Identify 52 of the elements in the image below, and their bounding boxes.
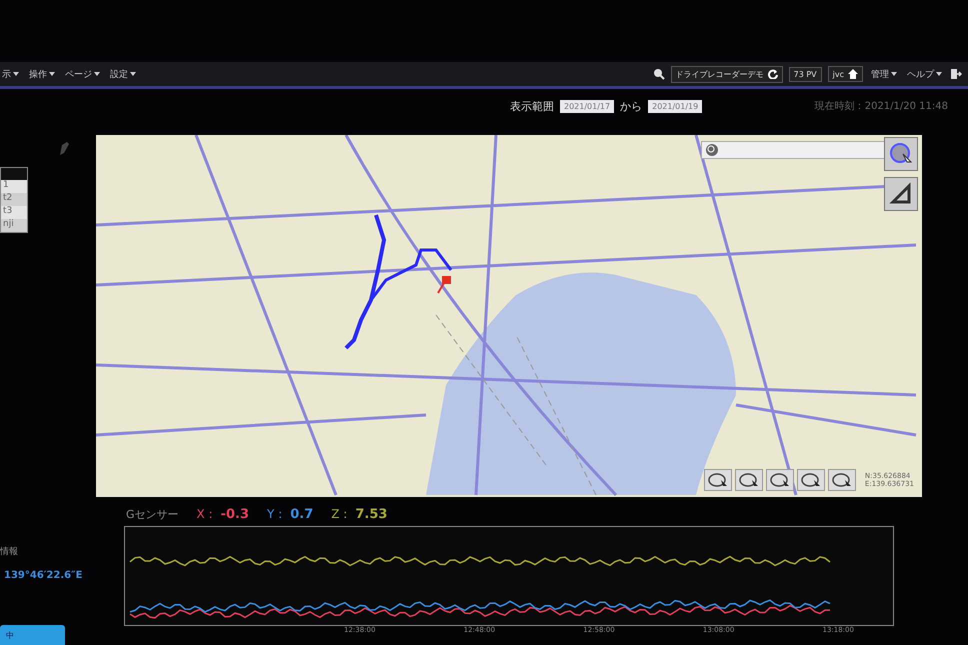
list-header [1, 168, 27, 180]
list-item[interactable]: 1 [1, 180, 27, 193]
location-pin-icon [436, 275, 452, 295]
triangle-tool-button[interactable] [884, 177, 918, 211]
map-tool-button[interactable] [828, 469, 856, 491]
circle-tool-button[interactable] [884, 137, 918, 171]
menu-item[interactable]: 操作 [27, 68, 57, 80]
caret-icon [891, 72, 897, 76]
info-label: 情報 [0, 546, 18, 558]
axis-label: Z : [331, 507, 348, 521]
current-time: 現在時刻：2021/1/20 11:48 [814, 100, 948, 113]
axis-label: Y : [267, 507, 282, 521]
range-label: 表示範囲 [510, 98, 554, 114]
axis-value: -0.3 [220, 507, 250, 522]
map-tool-button[interactable] [796, 469, 825, 491]
longitude-text: 139°46′22.6″E [4, 570, 82, 581]
date-field[interactable]: 2021/01/17 [560, 100, 614, 112]
map-tool-button[interactable] [766, 469, 794, 491]
caret-icon [94, 72, 100, 76]
user-button[interactable]: jvc [828, 66, 863, 82]
caret-icon [130, 72, 136, 76]
menu-item[interactable]: 設定 [108, 68, 138, 80]
caret-icon [13, 72, 19, 76]
circle-select-icon [706, 472, 729, 488]
site-button[interactable]: ドライブレコーダーデモ [670, 66, 783, 82]
circle-cursor-icon [889, 142, 913, 166]
list-item[interactable]: nji [1, 219, 27, 232]
map-tool-button[interactable] [704, 469, 732, 491]
caret-icon [49, 72, 55, 76]
logout-icon [950, 68, 962, 80]
refresh-icon [768, 69, 778, 79]
caret-icon [936, 72, 942, 76]
map-tool-button[interactable] [734, 469, 763, 491]
list-item[interactable]: t2 [1, 193, 27, 206]
home-icon [848, 69, 858, 79]
axis-value: 0.7 [290, 507, 314, 522]
list-item[interactable]: t3 [1, 206, 27, 219]
menu-item[interactable]: 示 [0, 68, 21, 80]
sensor-label: Gセンサー [126, 507, 179, 522]
axis-label: X : [196, 507, 213, 521]
pencil-icon [58, 141, 70, 157]
menu-item[interactable]: ヘルプ [905, 68, 944, 80]
side-button[interactable]: 中 [0, 625, 65, 645]
range-separator: から [620, 98, 642, 114]
page-views: 73 PV [788, 66, 822, 82]
triangle-icon [889, 182, 913, 206]
date-field[interactable]: 2021/01/19 [648, 100, 702, 112]
menu-item[interactable]: ページ [63, 68, 102, 80]
axis-value: 7.53 [355, 507, 388, 522]
search-field[interactable] [701, 141, 886, 159]
search-icon [705, 143, 719, 157]
menu-item[interactable]: 管理 [869, 68, 899, 80]
